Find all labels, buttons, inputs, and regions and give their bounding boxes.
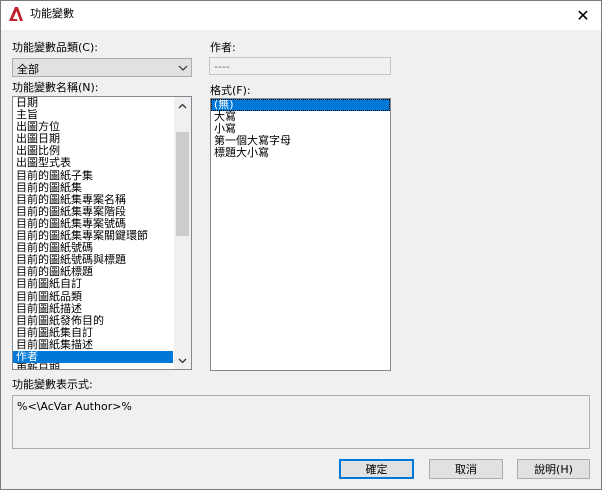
expression-value: %<\AcVar Author>%	[17, 400, 132, 413]
field-name-item[interactable]: 出圖比例	[13, 145, 173, 157]
field-name-item[interactable]: 目前的圖紙集專案關鍵環節	[13, 230, 173, 242]
field-name-item[interactable]: 目前圖紙描述	[13, 303, 173, 315]
cancel-button[interactable]: 取消	[429, 459, 503, 479]
format-item[interactable]: 第一個大寫字母	[211, 135, 390, 147]
field-names-list[interactable]: 日期 主旨 出圖方位 出圖日期 出圖比例 出圖型式表 目前的圖紙子集 目前的圖紙集 目前的圖紙集…	[12, 96, 192, 370]
cancel-button-label: 取消	[455, 463, 477, 476]
field-name-item[interactable]: 目前圖紙品類	[13, 291, 173, 303]
field-name-item[interactable]: 目前的圖紙子集	[13, 170, 173, 182]
scroll-down-button[interactable]	[174, 352, 191, 369]
field-name-item[interactable]: 目前的圖紙集專案階段	[13, 206, 173, 218]
close-button[interactable]: ✕	[566, 1, 600, 30]
ok-button[interactable]: 確定	[339, 459, 414, 479]
expression-field[interactable]: %<\AcVar Author>%	[12, 395, 590, 449]
field-name-item[interactable]: 目前的圖紙集	[13, 182, 173, 194]
format-item[interactable]: (無)	[211, 99, 390, 112]
field-name-item[interactable]: 目前的圖紙標題	[13, 266, 173, 278]
field-name-item[interactable]: 作者	[13, 350, 173, 364]
field-name-item[interactable]: 目前的圖紙集專案名稱	[13, 194, 173, 206]
ok-button-label: 確定	[365, 463, 388, 476]
field-name-item[interactable]: 目前圖紙集描述	[13, 339, 173, 351]
author-value: ----	[214, 60, 230, 73]
close-icon: ✕	[576, 6, 590, 25]
field-name-item[interactable]: 出圖方位	[13, 121, 173, 133]
chevron-down-icon	[178, 65, 188, 71]
field-name-item[interactable]: 目前的圖紙號碼與標題	[13, 254, 173, 266]
field-name-item[interactable]: 出圖日期	[13, 133, 173, 145]
chevron-down-icon	[178, 358, 187, 363]
scroll-thumb[interactable]	[176, 132, 189, 236]
field-name-item[interactable]: 目前圖紙發佈目的	[13, 315, 173, 327]
format-item[interactable]: 小寫	[211, 123, 390, 135]
field-name-item[interactable]: 出圖型式表	[13, 157, 173, 169]
field-name-item[interactable]: 目前圖紙自訂	[13, 278, 173, 290]
field-name-item[interactable]: 目前的圖紙號碼	[13, 242, 173, 254]
field-name-item[interactable]: 目前圖紙集自訂	[13, 327, 173, 339]
format-list[interactable]: (無) 大寫 小寫 第一個大寫字母 標題大小寫	[210, 98, 391, 371]
window-title: 功能變數	[30, 7, 74, 20]
autocad-logo-icon	[8, 6, 24, 22]
expression-label: 功能變數表示式:	[12, 378, 93, 391]
category-label: 功能變數品類(C):	[12, 41, 98, 54]
help-button[interactable]: 說明(H)	[517, 459, 590, 479]
chevron-up-icon	[178, 103, 187, 108]
field-name-item[interactable]: 更新日期	[13, 363, 173, 369]
names-scrollbar[interactable]	[174, 97, 191, 369]
field-name-item[interactable]: 日期	[13, 97, 173, 109]
field-name-item[interactable]: 主旨	[13, 109, 173, 121]
names-label: 功能變數名稱(N):	[12, 81, 99, 94]
author-label: 作者:	[210, 41, 236, 54]
format-label: 格式(F):	[210, 84, 251, 97]
format-item[interactable]: 標題大小寫	[211, 147, 390, 159]
format-item[interactable]: 大寫	[211, 111, 390, 123]
author-value-field: ----	[209, 57, 391, 75]
field-name-item[interactable]: 目前的圖紙集專案號碼	[13, 218, 173, 230]
scroll-up-button[interactable]	[174, 97, 191, 114]
category-dropdown[interactable]: 全部	[12, 58, 192, 77]
category-selected-value: 全部	[17, 63, 39, 76]
help-button-label: 說明(H)	[534, 463, 573, 476]
title-bar[interactable]	[1, 1, 601, 30]
